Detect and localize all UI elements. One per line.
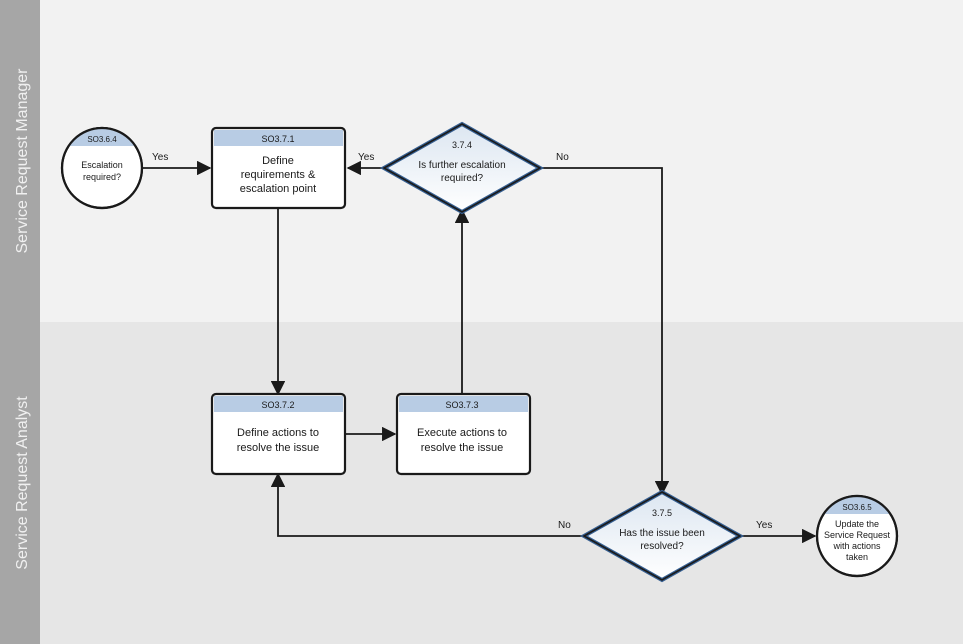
node-end-text4: taken [846,552,868,562]
node-end-text3: with actions [832,541,881,551]
node-374-id: 3.7.4 [452,140,472,150]
node-372-text1: Define actions to [237,427,319,439]
node-371: SO3.7.1 Define requirements & escalation… [212,128,345,208]
node-371-text3: escalation point [240,183,316,195]
node-371-id: SO3.7.1 [261,134,294,144]
node-375-text1: Has the issue been [619,528,705,539]
node-374-text1: Is further escalation [418,160,505,171]
node-372-id: SO3.7.2 [261,400,294,410]
node-end-id: SO3.6.5 [842,503,872,512]
node-373-text1: Execute actions to [417,427,507,439]
node-372-text2: resolve the issue [237,442,320,454]
node-371-text2: requirements & [241,169,316,181]
node-start-text1: Escalation [81,160,123,170]
edge-label-374-yes: Yes [358,152,374,163]
node-start-text2: required? [83,172,121,182]
edge-label-374-no: No [556,152,569,163]
node-end-text2: Service Request [824,530,891,540]
node-375-text2: resolved? [640,541,684,552]
node-end-text1: Update the [835,519,879,529]
node-372: SO3.7.2 Define actions to resolve the is… [212,394,345,474]
lane-bottom-label: Service Request Analyst [14,396,31,570]
lane-top-label: Service Request Manager [14,68,31,254]
node-371-text1: Define [262,155,294,167]
node-374-text2: required? [441,173,484,184]
edge-label-375-yes: Yes [756,520,772,531]
node-375-id: 3.7.5 [652,508,672,518]
edge-label-375-no: No [558,520,571,531]
node-start: SO3.6.4 Escalation required? [62,128,142,208]
node-373-id: SO3.7.3 [445,400,478,410]
node-end: SO3.6.5 Update the Service Request with … [817,496,897,576]
node-373: SO3.7.3 Execute actions to resolve the i… [397,394,530,474]
flowchart-diagram: Service Request Manager Service Request … [0,0,963,644]
node-start-id: SO3.6.4 [87,135,117,144]
edge-label-start-yes: Yes [152,152,168,163]
node-373-text2: resolve the issue [421,442,504,454]
lane-bottom-bg [40,322,963,644]
